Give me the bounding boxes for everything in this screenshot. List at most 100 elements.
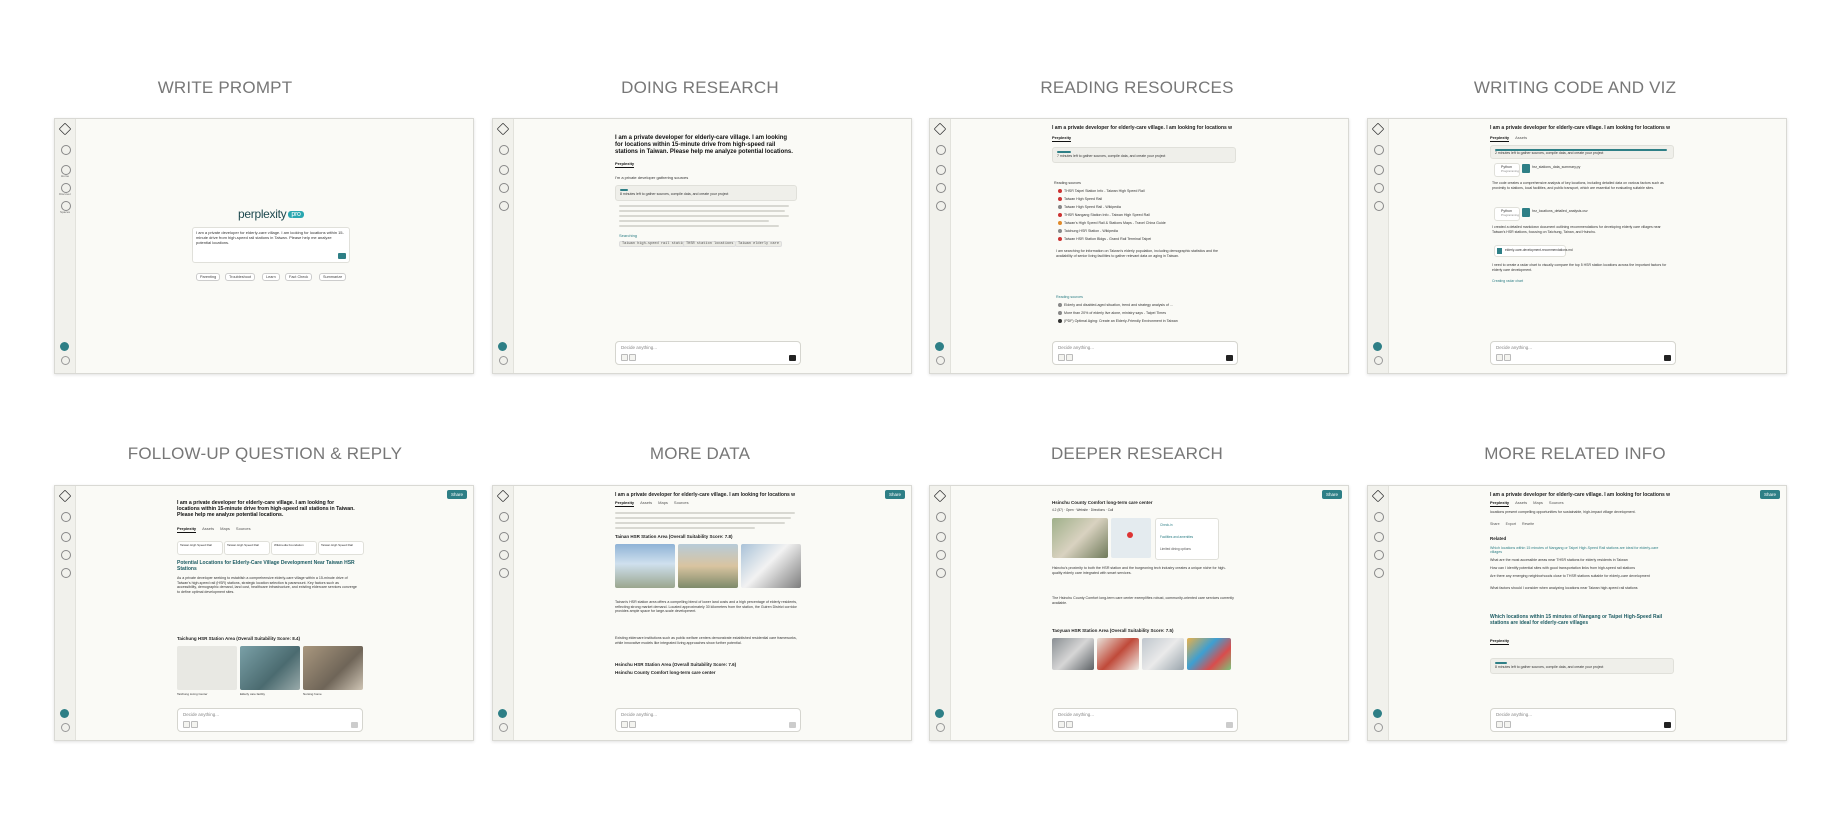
focus-icon[interactable] bbox=[621, 354, 628, 361]
download-icon[interactable] bbox=[61, 356, 70, 365]
suggestion-learn[interactable]: Learn bbox=[262, 273, 280, 281]
share-button[interactable]: Share bbox=[1759, 490, 1780, 499]
source-item[interactable]: Elderly and disabled-aged situation, tre… bbox=[1058, 303, 1173, 308]
download-icon[interactable] bbox=[1374, 356, 1383, 365]
download-icon[interactable] bbox=[499, 356, 508, 365]
avatar[interactable] bbox=[1373, 342, 1382, 351]
related-item[interactable]: Which locations within 15 minutes of Nan… bbox=[1490, 546, 1670, 554]
place-option[interactable]: Check-in bbox=[1160, 523, 1173, 528]
file-name[interactable]: hsr_stations_data_summary.py bbox=[1532, 165, 1580, 170]
source-item[interactable]: Taichung HSR Station - Wikipedia bbox=[1058, 229, 1118, 234]
perplexity-logo-icon[interactable] bbox=[58, 489, 72, 503]
ask-input[interactable]: Decide anything... bbox=[1052, 708, 1238, 732]
perplexity-logo-icon[interactable] bbox=[933, 122, 947, 136]
avatar[interactable] bbox=[498, 342, 507, 351]
file-name[interactable]: hsr_locations_detailed_analysis.csv bbox=[1532, 209, 1588, 214]
image-thumbnail[interactable] bbox=[615, 544, 675, 588]
source-item[interactable]: Taiwan's High Speed Rail & Stations Maps… bbox=[1058, 221, 1166, 226]
home-icon[interactable] bbox=[499, 532, 509, 542]
tab-assets[interactable]: Assets bbox=[1515, 135, 1527, 140]
doc-file-chip[interactable]: elderly-care-development-recommendations… bbox=[1494, 245, 1573, 257]
home-icon[interactable] bbox=[61, 532, 71, 542]
attach-icon[interactable] bbox=[1504, 721, 1511, 728]
map-view[interactable] bbox=[1111, 518, 1151, 558]
download-icon[interactable] bbox=[1374, 723, 1383, 732]
related-item[interactable]: Are there any emerging neighborhoods clo… bbox=[1490, 574, 1670, 578]
send-button[interactable] bbox=[1664, 722, 1671, 728]
ask-input[interactable]: Decide anything... bbox=[1490, 708, 1676, 732]
image-thumbnail[interactable] bbox=[1097, 638, 1139, 670]
tab-maps[interactable]: Maps bbox=[658, 500, 668, 505]
tab-sources[interactable]: Sources bbox=[236, 526, 251, 531]
tab-maps[interactable]: Maps bbox=[220, 526, 230, 531]
ask-input[interactable]: Decide anything... bbox=[1052, 341, 1238, 365]
export-action[interactable]: Export bbox=[1506, 522, 1516, 526]
focus-icon[interactable] bbox=[183, 721, 190, 728]
share-button[interactable]: Share bbox=[1321, 490, 1342, 499]
tab-perplexity[interactable]: Perplexity bbox=[1052, 135, 1072, 142]
home-icon[interactable] bbox=[1374, 532, 1384, 542]
perplexity-logo-icon[interactable] bbox=[1371, 122, 1385, 136]
spaces-icon[interactable] bbox=[936, 568, 946, 578]
tab-perplexity[interactable]: Perplexity bbox=[1490, 638, 1510, 645]
focus-icon[interactable] bbox=[1058, 354, 1065, 361]
spaces-icon[interactable] bbox=[499, 568, 509, 578]
send-button[interactable] bbox=[351, 722, 358, 728]
download-icon[interactable] bbox=[936, 723, 945, 732]
rewrite-action[interactable]: Rewrite bbox=[1522, 522, 1534, 526]
spaces-icon[interactable] bbox=[61, 568, 71, 578]
place-option[interactable]: Facilities and amenities bbox=[1160, 535, 1193, 540]
new-thread-icon[interactable] bbox=[499, 512, 509, 522]
send-button[interactable] bbox=[1226, 722, 1233, 728]
avatar[interactable] bbox=[935, 342, 944, 351]
source-card[interactable]: Taiwan High Speed Rail bbox=[224, 541, 270, 555]
image-thumbnail[interactable] bbox=[303, 646, 363, 690]
image-thumbnail[interactable] bbox=[1187, 638, 1231, 670]
send-button[interactable] bbox=[789, 355, 796, 361]
suggestion-summarize[interactable]: Summarize bbox=[319, 273, 347, 281]
discover-icon[interactable] bbox=[499, 183, 509, 193]
attach-icon[interactable] bbox=[629, 721, 636, 728]
suggestion-parenting[interactable]: Parenting bbox=[196, 273, 221, 281]
download-icon[interactable] bbox=[936, 356, 945, 365]
new-thread-icon[interactable] bbox=[936, 145, 946, 155]
attach-icon[interactable] bbox=[1066, 354, 1073, 361]
ask-input[interactable]: Decide anything... bbox=[1490, 341, 1676, 365]
avatar[interactable] bbox=[1373, 709, 1382, 718]
image-thumbnail[interactable] bbox=[1142, 638, 1184, 670]
tab-perplexity[interactable]: Perplexity bbox=[615, 161, 635, 168]
source-card[interactable]: Taiwan High Speed Rail bbox=[318, 541, 364, 555]
avatar[interactable] bbox=[60, 709, 69, 718]
ask-input[interactable]: Decide anything... bbox=[615, 341, 801, 365]
source-item[interactable]: Taiwan High Speed Rail bbox=[1058, 197, 1102, 202]
share-action[interactable]: Share bbox=[1490, 522, 1500, 526]
source-item[interactable]: Taiwan High Speed Rail - Wikipedia bbox=[1058, 205, 1121, 210]
focus-icon[interactable] bbox=[621, 721, 628, 728]
focus-icon[interactable] bbox=[1496, 721, 1503, 728]
tab-sources[interactable]: Sources bbox=[674, 500, 689, 505]
home-icon[interactable] bbox=[499, 165, 509, 175]
source-item[interactable]: THSR Taipei Station Info - Taiwan High S… bbox=[1058, 189, 1145, 194]
home-icon[interactable] bbox=[1374, 165, 1384, 175]
share-button[interactable]: Share bbox=[884, 490, 905, 499]
spaces-icon[interactable] bbox=[1374, 568, 1384, 578]
image-thumbnail[interactable] bbox=[678, 544, 738, 588]
perplexity-logo-icon[interactable] bbox=[496, 122, 510, 136]
avatar[interactable] bbox=[498, 709, 507, 718]
suggestion-fact-check[interactable]: Fact Check bbox=[285, 273, 313, 281]
tab-perplexity[interactable]: Perplexity bbox=[615, 500, 635, 507]
new-thread-icon[interactable] bbox=[936, 512, 946, 522]
related-item[interactable]: What are the most accessible areas near … bbox=[1490, 558, 1628, 562]
attach-icon[interactable] bbox=[1504, 354, 1511, 361]
perplexity-logo-icon[interactable] bbox=[1371, 489, 1385, 503]
image-thumbnail[interactable] bbox=[1052, 638, 1094, 670]
perplexity-logo-icon[interactable] bbox=[58, 122, 72, 136]
attach-icon[interactable] bbox=[1066, 721, 1073, 728]
ask-input[interactable]: Decide anything... bbox=[177, 708, 363, 732]
spaces-icon[interactable] bbox=[936, 201, 946, 211]
focus-icon[interactable] bbox=[1496, 354, 1503, 361]
source-card[interactable]: Wikimedia Foundation bbox=[271, 541, 317, 555]
perplexity-logo-icon[interactable] bbox=[933, 489, 947, 503]
new-thread-icon[interactable] bbox=[61, 145, 71, 155]
source-item[interactable]: (PDF) Optimal Aging: Create an Elderly-F… bbox=[1058, 319, 1178, 324]
